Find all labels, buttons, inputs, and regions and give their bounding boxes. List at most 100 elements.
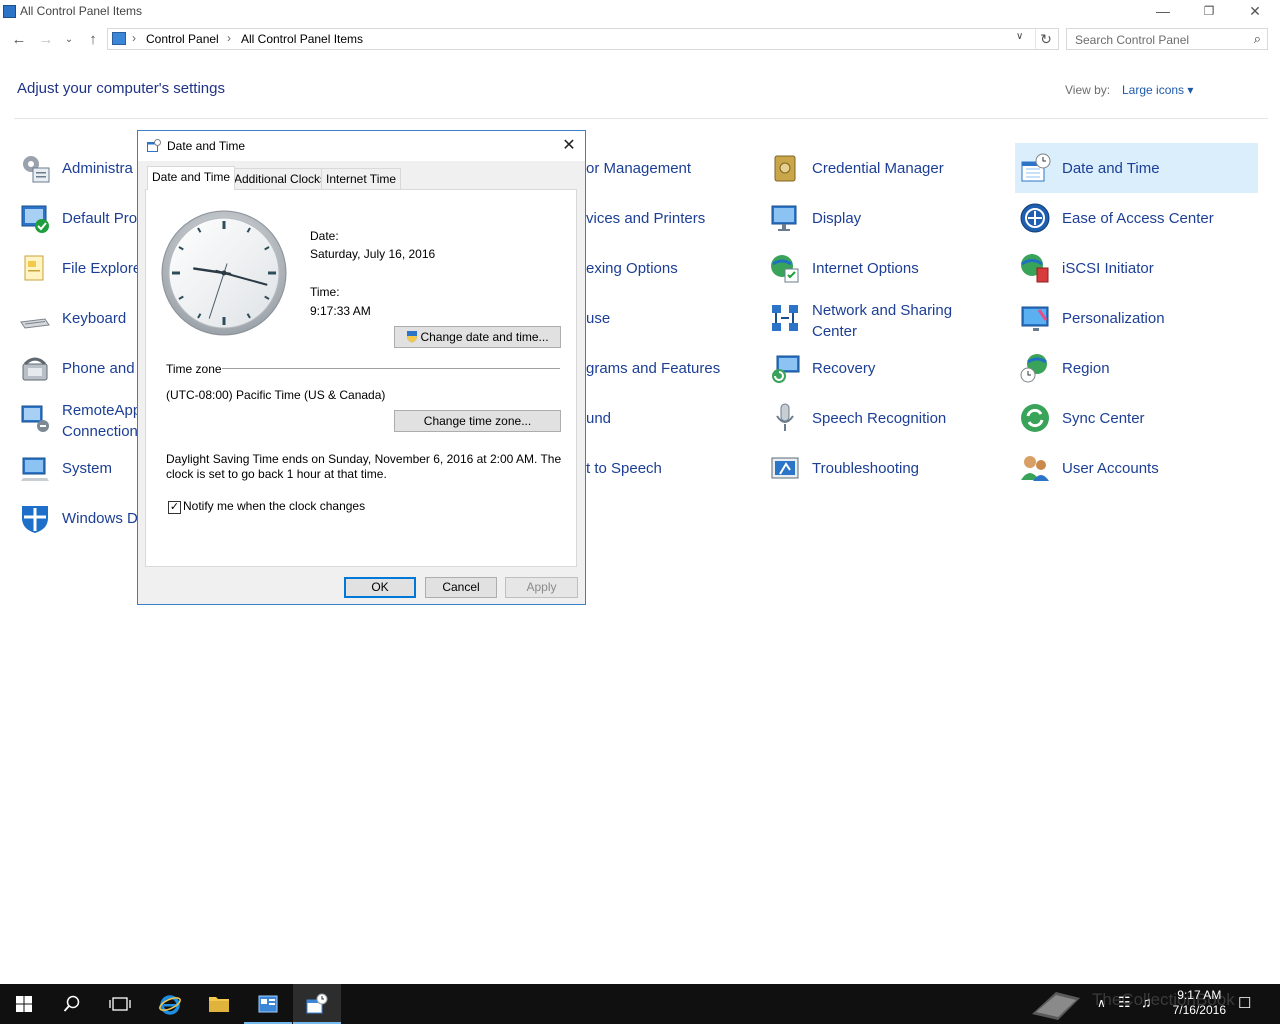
analog-clock: [161, 210, 287, 336]
item-default-programs[interactable]: Default Pro: [15, 195, 140, 241]
users-icon: [1021, 456, 1049, 481]
item-devices-and-printers[interactable]: vices and Printers: [586, 195, 756, 241]
item-date-and-time[interactable]: Date and Time: [1015, 143, 1258, 193]
item-label: grams and Features: [586, 360, 721, 377]
task-view-button[interactable]: [96, 984, 144, 1024]
show-hidden-icons-chevron-icon[interactable]: ∧: [1097, 996, 1106, 1010]
change-time-zone-button[interactable]: Change time zone...: [394, 410, 561, 432]
item-network-and-sharing-center[interactable]: Network and Sharing Center: [765, 295, 1005, 341]
item-credential-manager[interactable]: Credential Manager: [765, 145, 1005, 191]
action-center-icon[interactable]: ☐: [1238, 994, 1251, 1012]
item-remoteapp[interactable]: RemoteApp Connection: [15, 395, 141, 441]
item-color-management[interactable]: or Management: [586, 145, 756, 191]
breadcrumb-control-panel[interactable]: Control Panel: [146, 32, 219, 46]
monitor-icon: [771, 205, 797, 231]
item-personalization[interactable]: Personalization: [1015, 295, 1258, 341]
item-iscsi-initiator[interactable]: iSCSI Initiator: [1015, 245, 1258, 291]
back-arrow-icon[interactable]: ←: [8, 30, 30, 50]
phone-icon: [22, 357, 48, 381]
item-recovery[interactable]: Recovery: [765, 345, 1005, 391]
tab-internet-time[interactable]: Internet Time: [321, 168, 402, 189]
apply-button[interactable]: Apply: [505, 577, 578, 598]
item-region[interactable]: Region: [1015, 345, 1258, 391]
item-administrative-tools[interactable]: Administra: [15, 145, 140, 191]
search-placeholder[interactable]: Search Control Panel: [1075, 33, 1189, 47]
view-by-label: View by:: [1065, 83, 1111, 97]
control-panel-taskbar-button[interactable]: [244, 984, 292, 1024]
breadcrumb-separator[interactable]: ›: [132, 31, 136, 45]
item-file-explorer-options[interactable]: File Explore: [15, 245, 141, 291]
region-globe-icon: [1020, 354, 1047, 383]
shield-icon: [22, 506, 48, 533]
search-icon: [63, 995, 80, 1012]
item-indexing-options[interactable]: exing Options: [586, 245, 756, 291]
item-sound[interactable]: und: [586, 395, 756, 441]
item-user-accounts[interactable]: User Accounts: [1015, 445, 1258, 491]
file-explorer-taskbar-button[interactable]: [195, 984, 243, 1024]
item-label: Credential Manager: [812, 160, 944, 177]
item-label: Date and Time: [1062, 160, 1160, 177]
change-date-and-time-button[interactable]: Change date and time...: [394, 326, 561, 348]
item-speech-recognition[interactable]: Speech Recognition: [765, 395, 1005, 441]
control-panel-icon: [258, 995, 278, 1013]
taskbar-clock[interactable]: 9:17 AM 7/16/2016: [1173, 988, 1226, 1018]
address-dropdown-icon[interactable]: ∨: [1016, 31, 1023, 42]
view-by-dropdown[interactable]: Large icons ▾: [1122, 83, 1193, 97]
internet-explorer-taskbar-button[interactable]: [146, 984, 194, 1024]
item-internet-options[interactable]: Internet Options: [765, 245, 1005, 291]
forward-arrow-icon[interactable]: →: [35, 30, 57, 50]
item-keyboard[interactable]: Keyboard: [15, 295, 140, 341]
default-programs-icon: [21, 205, 49, 233]
tab-date-and-time[interactable]: Date and Time: [147, 166, 236, 190]
notify-label[interactable]: Notify me when the clock changes: [183, 499, 365, 513]
calendar-clock-icon: [147, 139, 161, 152]
up-arrow-icon[interactable]: ↑: [82, 30, 104, 50]
minimize-button[interactable]: —: [1140, 0, 1186, 24]
item-troubleshooting[interactable]: Troubleshooting: [765, 445, 1005, 491]
system-icon: [21, 457, 49, 481]
date-and-time-taskbar-button[interactable]: [293, 984, 341, 1024]
date-and-time-dialog: Date and Time ✕ Date and Time Additional…: [137, 130, 586, 605]
item-text-to-speech[interactable]: t to Speech: [586, 445, 756, 491]
item-windows-defender[interactable]: Windows D: [15, 495, 140, 541]
time-zone-value: (UTC-08:00) Pacific Time (US & Canada): [166, 388, 386, 402]
recent-locations-chevron-icon[interactable]: ⌄: [62, 30, 76, 50]
calendar-clock-icon: [306, 993, 328, 1014]
notify-checkbox[interactable]: ✓: [168, 501, 181, 514]
watermark-book-icon: [1032, 992, 1080, 1020]
internet-explorer-icon: [159, 995, 181, 1015]
restore-button[interactable]: ❐: [1186, 0, 1232, 24]
breadcrumb-all-items[interactable]: All Control Panel Items: [241, 32, 363, 46]
tab-additional-clocks[interactable]: Additional Clocks: [229, 168, 332, 189]
folder-icon: [209, 997, 229, 1012]
close-button[interactable]: ✕: [1232, 0, 1278, 24]
dialog-close-button[interactable]: ✕: [558, 135, 580, 157]
divider: [222, 368, 560, 369]
ok-button[interactable]: OK: [344, 577, 416, 598]
item-system[interactable]: System: [15, 445, 140, 491]
item-mouse[interactable]: use: [586, 295, 756, 341]
item-sync-center[interactable]: Sync Center: [1015, 395, 1258, 441]
item-programs-and-features[interactable]: grams and Features: [586, 345, 756, 391]
item-label: Keyboard: [62, 310, 127, 327]
search-icon[interactable]: ⌕: [1254, 31, 1261, 47]
search-taskbar-button[interactable]: [48, 984, 96, 1024]
microphone-icon: [776, 403, 794, 431]
address-bar[interactable]: › Control Panel › All Control Panel Item…: [107, 28, 1059, 50]
breadcrumb-separator[interactable]: ›: [227, 31, 231, 45]
search-box[interactable]: Search Control Panel ⌕: [1066, 28, 1268, 50]
item-label: Display: [812, 210, 862, 227]
time-zone-heading: Time zone: [166, 362, 222, 376]
refresh-icon[interactable]: ↻: [1035, 29, 1056, 49]
item-display[interactable]: Display: [765, 195, 1005, 241]
item-label: Default Pro: [62, 210, 138, 227]
start-button[interactable]: [0, 984, 48, 1024]
item-label: use: [586, 310, 611, 327]
item-ease-of-access-center[interactable]: Ease of Access Center: [1015, 195, 1258, 241]
network-tray-icon[interactable]: ☷: [1118, 994, 1131, 1011]
volume-tray-icon[interactable]: ♫: [1141, 994, 1152, 1010]
item-phone-and-modem[interactable]: Phone and: [15, 345, 140, 391]
iscsi-globe-icon: [1021, 254, 1049, 283]
cancel-button[interactable]: Cancel: [425, 577, 497, 598]
sync-icon: [1021, 404, 1049, 432]
